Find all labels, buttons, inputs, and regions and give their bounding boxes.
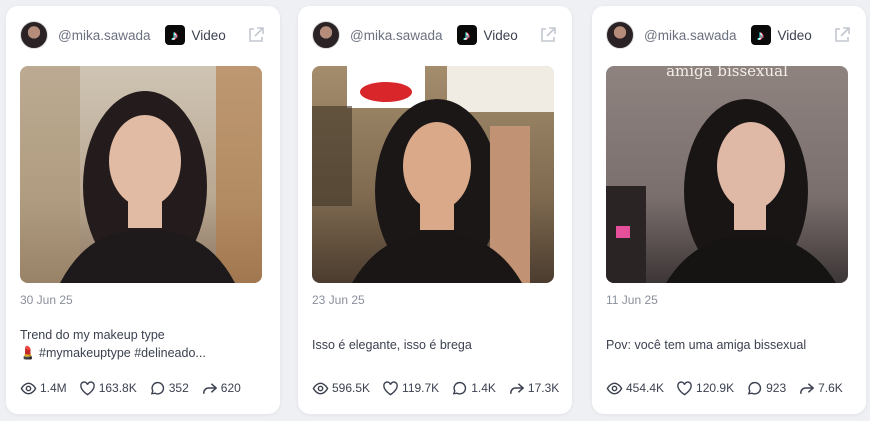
video-card[interactable]: @mika.sawada ♪ Video 30 Jun 25 Trend do … xyxy=(6,6,280,414)
video-card[interactable]: @mika.sawada ♪ Video amiga bissexual 11 … xyxy=(592,6,866,414)
caption-line: Pov: você tem uma amiga bissexual xyxy=(606,338,807,352)
caption-line: Isso é elegante, isso é brega xyxy=(312,338,472,352)
avatar[interactable] xyxy=(312,21,340,49)
video-card[interactable]: @mika.sawada ♪ Video 23 Jun 25 Isso é el… xyxy=(298,6,572,414)
content-type-label: Video xyxy=(191,27,226,43)
card-header: @mika.sawada ♪ Video xyxy=(606,20,852,50)
comments-count: 1.4K xyxy=(471,381,496,395)
post-date: 23 Jun 25 xyxy=(312,293,365,307)
engagement-stats: 1.4M 163.8K 352 620 xyxy=(20,378,272,398)
engagement-stats: 596.5K 119.7K 1.4K 17.3K xyxy=(312,378,564,398)
video-thumbnail[interactable]: amiga bissexual xyxy=(606,66,848,283)
tiktok-icon: ♪ xyxy=(456,25,477,45)
likes-stat: 119.7K xyxy=(382,380,439,397)
video-overlay-text: amiga bissexual xyxy=(666,66,788,80)
heart-icon xyxy=(383,380,398,395)
views-count: 454.4K xyxy=(626,381,665,395)
external-link-icon[interactable] xyxy=(538,25,558,45)
likes-count: 119.7K xyxy=(402,381,440,395)
likes-stat: 163.8K xyxy=(79,380,137,397)
comments-stat: 1.4K xyxy=(451,380,496,397)
comment-icon xyxy=(150,381,164,395)
comments-count: 923 xyxy=(766,381,787,395)
heart-icon xyxy=(677,380,692,395)
shares-stat: 17.3K xyxy=(508,380,559,397)
tiktok-icon: ♪ xyxy=(164,25,185,45)
post-caption: Trend do my makeup type 💄 #mymakeuptype … xyxy=(20,326,266,362)
eye-icon xyxy=(20,382,37,394)
content-type-label: Video xyxy=(483,27,518,43)
avatar[interactable] xyxy=(20,21,48,49)
caption-line: Trend do my makeup type xyxy=(20,328,165,342)
username[interactable]: @mika.sawada xyxy=(58,28,151,43)
comments-stat: 352 xyxy=(149,380,189,397)
post-date: 30 Jun 25 xyxy=(20,293,73,307)
shares-stat: 620 xyxy=(201,380,241,397)
content-type-label: Video xyxy=(777,27,812,43)
share-icon xyxy=(509,382,525,394)
heart-icon xyxy=(79,380,95,395)
likes-count: 120.9K xyxy=(696,381,735,395)
engagement-stats: 454.4K 120.9K 923 7.6K xyxy=(606,378,858,398)
external-link-icon[interactable] xyxy=(246,25,266,45)
avatar[interactable] xyxy=(606,21,634,49)
shares-count: 620 xyxy=(220,381,241,395)
external-link-icon[interactable] xyxy=(832,25,852,45)
username[interactable]: @mika.sawada xyxy=(350,28,443,43)
views-count: 596.5K xyxy=(332,381,371,395)
eye-icon xyxy=(312,382,329,394)
shares-count: 17.3K xyxy=(527,381,560,395)
comments-count: 352 xyxy=(168,381,189,395)
caption-line: 💄 #mymakeuptype #delineado... xyxy=(20,346,206,360)
shares-stat: 7.6K xyxy=(798,380,843,397)
share-icon xyxy=(202,382,218,394)
likes-stat: 120.9K xyxy=(676,380,734,397)
views-stat: 596.5K xyxy=(312,380,370,397)
card-header: @mika.sawada ♪ Video xyxy=(312,20,558,50)
post-caption: Isso é elegante, isso é brega xyxy=(312,336,558,354)
post-caption: Pov: você tem uma amiga bissexual xyxy=(606,336,852,354)
shares-count: 7.6K xyxy=(818,381,843,395)
tiktok-icon: ♪ xyxy=(750,25,771,45)
eye-icon xyxy=(606,382,623,394)
comment-icon xyxy=(747,381,762,395)
views-count: 1.4M xyxy=(40,381,67,395)
username[interactable]: @mika.sawada xyxy=(644,28,737,43)
views-stat: 454.4K xyxy=(606,380,664,397)
views-stat: 1.4M xyxy=(20,380,67,397)
video-thumbnail[interactable] xyxy=(20,66,262,283)
comment-icon xyxy=(453,381,467,395)
card-header: @mika.sawada ♪ Video xyxy=(20,20,266,50)
likes-count: 163.8K xyxy=(98,381,137,395)
comments-stat: 923 xyxy=(746,380,786,397)
post-date: 11 Jun 25 xyxy=(606,293,658,307)
share-icon xyxy=(800,382,815,394)
video-thumbnail[interactable] xyxy=(312,66,554,283)
